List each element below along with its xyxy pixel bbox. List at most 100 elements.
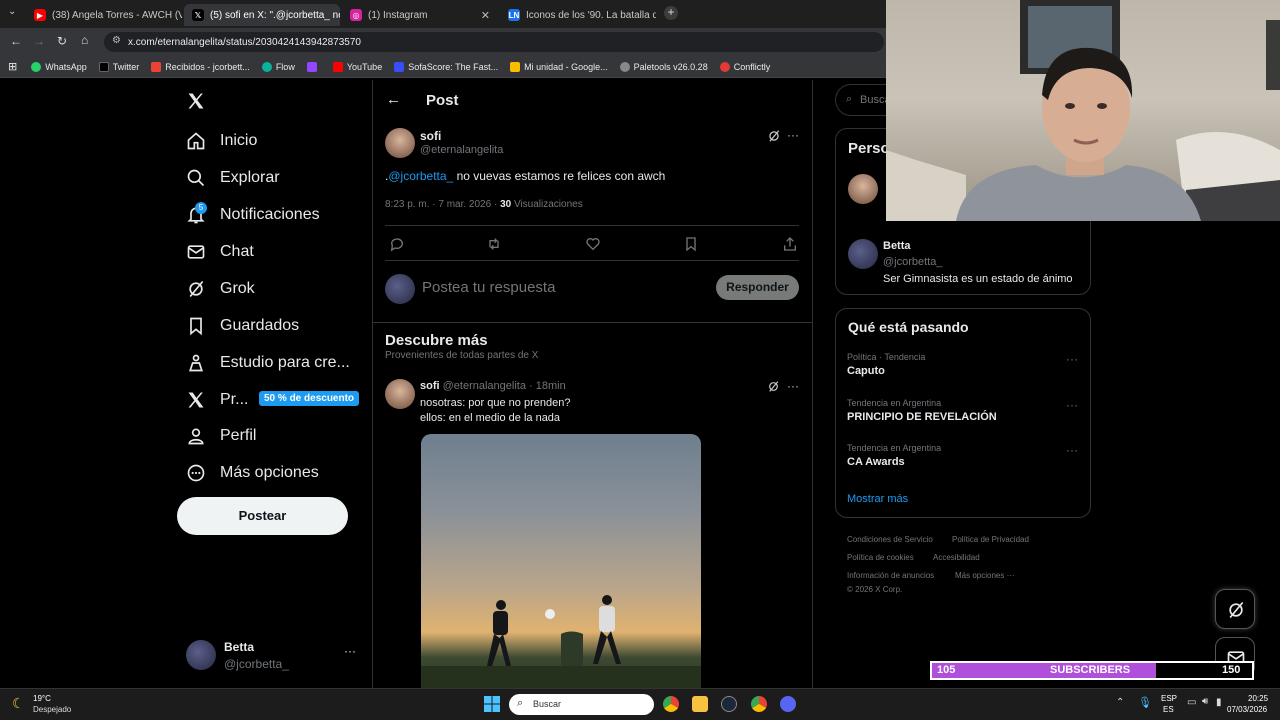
- input-language-primary[interactable]: ESP: [1161, 694, 1177, 703]
- windows-start-icon[interactable]: [484, 696, 500, 712]
- bookmark-twitch[interactable]: [306, 61, 321, 72]
- trend-more-icon[interactable]: ···: [1066, 443, 1078, 457]
- trend-more-icon[interactable]: ···: [1066, 398, 1078, 412]
- bookmark-icon[interactable]: [683, 236, 699, 252]
- premium-discount-badge[interactable]: 50 % de descuento: [259, 391, 360, 406]
- bookmark-google-drive[interactable]: Mi unidad - Google...: [510, 61, 608, 72]
- avatar[interactable]: [385, 379, 415, 409]
- battery-icon[interactable]: ▮: [1216, 697, 1222, 708]
- sidebar-item-label: Más opciones: [220, 464, 319, 481]
- bookmark-twitter[interactable]: Twitter: [98, 61, 139, 72]
- sidebar-item-guardados[interactable]: Guardados: [186, 316, 299, 336]
- chrome-icon[interactable]: [663, 696, 679, 712]
- trend-item[interactable]: Tendencia en Argentina PRINCIPIO DE REVE…: [847, 398, 1077, 423]
- tab-article[interactable]: LN Iconos de los '90. La batalla de ✕: [500, 4, 656, 26]
- reply-button[interactable]: Responder: [716, 275, 799, 300]
- clock-time[interactable]: 20:25: [1248, 694, 1268, 703]
- grok-icon[interactable]: [767, 380, 780, 393]
- reply-icon[interactable]: [389, 236, 405, 252]
- footer-link[interactable]: Política de cookies: [847, 553, 914, 562]
- sidebar-item-estudio[interactable]: Estudio para cre...: [186, 353, 350, 373]
- apps-icon[interactable]: ⊞: [8, 60, 17, 73]
- new-tab-button[interactable]: +: [664, 6, 678, 20]
- tab-x-post[interactable]: 𝕏 (5) sofi en X: ".@jcorbetta_ no v ✕: [184, 4, 340, 26]
- microphone-icon[interactable]: 🎙︎: [1138, 696, 1152, 709]
- taskbar-search[interactable]: ⌕ Buscar: [509, 694, 654, 715]
- post-author[interactable]: sofi: [420, 129, 441, 143]
- back-arrow-icon[interactable]: ←: [386, 91, 401, 108]
- volume-icon[interactable]: 🔊︎: [1202, 696, 1208, 707]
- mail-icon: [187, 245, 205, 259]
- bookmark-paletools[interactable]: Paletools v26.0.28: [619, 61, 708, 72]
- tray-chevron-icon[interactable]: ⌃: [1116, 697, 1124, 708]
- mention-link[interactable]: @jcorbetta_: [388, 169, 453, 183]
- reply-input[interactable]: Postea tu respuesta: [422, 279, 702, 296]
- network-icon[interactable]: ▭: [1187, 697, 1196, 708]
- trend-item[interactable]: Tendencia en Argentina CA Awards: [847, 443, 1077, 468]
- sofascore-icon: [394, 61, 405, 72]
- tweet-author[interactable]: sofi: [420, 380, 440, 392]
- repost-icon[interactable]: [486, 236, 502, 252]
- show-more-link[interactable]: Mostrar más: [847, 493, 908, 505]
- url-bar[interactable]: ⚙ x.com/eternalangelita/status/203042414…: [104, 32, 884, 52]
- footer-link[interactable]: Accesibilidad: [933, 553, 980, 562]
- bookmark-gmail[interactable]: Recibidos - jcorbett...: [151, 61, 250, 72]
- post-handle[interactable]: @eternalangelita: [420, 144, 503, 156]
- trend-item[interactable]: Política · Tendencia Caputo: [847, 352, 1077, 377]
- sidebar-item-notificaciones[interactable]: Notificaciones 5: [186, 202, 320, 225]
- grok-floating-button[interactable]: [1215, 589, 1255, 629]
- bookmark-sofascore[interactable]: SofaScore: The Fast...: [394, 61, 498, 72]
- tweet-handle[interactable]: @eternalangelita: [443, 380, 526, 392]
- file-explorer-icon[interactable]: [692, 696, 708, 712]
- tab-youtube[interactable]: ▶ (38) Angela Torres - AWCH (Vid ✕: [26, 4, 182, 26]
- sidebar-item-explorar[interactable]: Explorar: [186, 168, 280, 188]
- post-more-icon[interactable]: ···: [787, 128, 799, 142]
- avatar[interactable]: [848, 174, 878, 204]
- trend-more-icon[interactable]: ···: [1066, 352, 1078, 366]
- sidebar-item-mas-opciones[interactable]: Más opciones: [186, 463, 319, 483]
- avatar[interactable]: [385, 128, 415, 158]
- url-text: x.com/eternalangelita/status/20304241439…: [128, 36, 361, 48]
- footer-link[interactable]: Más opciones ···: [955, 571, 1015, 580]
- steam-icon[interactable]: [721, 696, 737, 712]
- tab-list-chevron-icon[interactable]: ⌄: [8, 6, 16, 17]
- chrome-profile-icon[interactable]: [751, 696, 767, 712]
- bookmark-flow[interactable]: Flow: [261, 61, 295, 72]
- bookmark-whatsapp[interactable]: WhatsApp: [31, 61, 87, 72]
- avatar[interactable]: [848, 239, 878, 269]
- reload-icon[interactable]: ↻: [57, 34, 67, 48]
- account-name: Betta: [224, 640, 255, 654]
- grok-icon[interactable]: [767, 129, 781, 143]
- footer-link[interactable]: Condiciones de Servicio: [847, 535, 933, 544]
- tab-instagram[interactable]: ◎ (1) Instagram ✕: [342, 4, 498, 26]
- sidebar-item-inicio[interactable]: Inicio: [186, 131, 257, 151]
- bookmark-youtube[interactable]: YouTube: [332, 61, 382, 72]
- site-info-icon[interactable]: ⚙: [112, 35, 121, 46]
- like-icon[interactable]: [585, 236, 601, 252]
- discord-icon[interactable]: [780, 696, 796, 712]
- post-timestamp[interactable]: 8:23 p. m. · 7 mar. 2026 ·: [385, 199, 500, 210]
- tweet-media-video[interactable]: [421, 434, 701, 688]
- forward-icon[interactable]: →: [33, 34, 45, 48]
- bookmark-conflictly[interactable]: Conflictly: [719, 61, 770, 72]
- footer-link[interactable]: Política de Privacidad: [952, 535, 1029, 544]
- sidebar-item-premium[interactable]: Pr...: [186, 390, 248, 410]
- account-switcher[interactable]: Betta @jcorbetta_ ···: [186, 638, 362, 674]
- sidebar-item-grok[interactable]: Grok: [186, 279, 255, 299]
- suggestion-name[interactable]: Betta: [883, 240, 911, 252]
- clock-date[interactable]: 07/03/2026: [1227, 705, 1267, 714]
- suggestion-handle[interactable]: @jcorbetta_: [883, 256, 942, 268]
- sidebar-item-chat[interactable]: Chat: [186, 242, 254, 262]
- footer-link[interactable]: Información de anuncios: [847, 571, 934, 580]
- tweet-more-icon[interactable]: ···: [787, 379, 799, 393]
- tweet-time[interactable]: · 18min: [529, 380, 566, 392]
- close-tab-icon[interactable]: ✕: [475, 9, 490, 22]
- back-icon[interactable]: ←: [10, 34, 22, 48]
- weather-widget[interactable]: ☾ 19°C Despejado: [12, 692, 102, 718]
- sidebar-item-perfil[interactable]: Perfil: [186, 426, 256, 446]
- share-icon[interactable]: [782, 236, 798, 252]
- sidebar-item-label: Chat: [220, 243, 254, 260]
- home-button-icon[interactable]: ⌂: [81, 33, 88, 47]
- post-button[interactable]: Postear: [177, 497, 348, 535]
- x-logo-icon[interactable]: [186, 91, 206, 111]
